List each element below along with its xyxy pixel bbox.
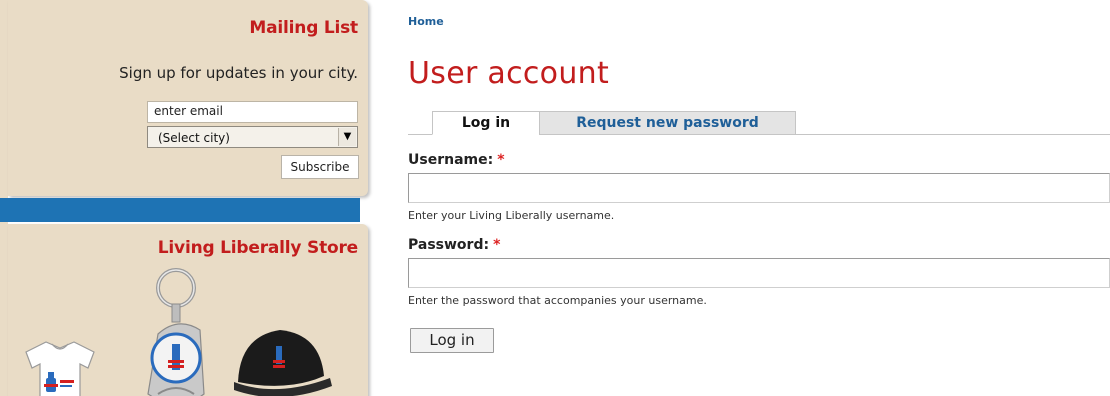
mailing-list-title: Mailing List — [249, 18, 358, 38]
baseball-cap-icon — [234, 330, 332, 396]
tab-request-new-password[interactable]: Request new password — [539, 111, 796, 135]
signup-text: Sign up for updates in your city. — [119, 64, 358, 82]
page-title: User account — [408, 56, 610, 91]
password-label-text: Password: — [408, 237, 490, 253]
bottle-opener-keychain-icon — [147, 268, 205, 396]
log-in-button[interactable]: Log in — [410, 328, 494, 353]
username-label-text: Username: — [408, 152, 494, 168]
store-panel[interactable]: Living Liberally Store — [8, 224, 368, 396]
city-select[interactable]: (Select city) ▼ — [147, 126, 358, 148]
store-merchandise-image[interactable] — [8, 264, 368, 396]
city-select-value: (Select city) — [158, 131, 230, 145]
required-marker: * — [497, 152, 505, 168]
subscribe-button[interactable]: Subscribe — [281, 155, 359, 179]
tshirt-icon — [25, 341, 95, 396]
username-description: Enter your Living Liberally username. — [408, 209, 615, 222]
username-field[interactable] — [408, 173, 1110, 203]
password-field[interactable] — [408, 258, 1110, 288]
username-label: Username: * — [408, 152, 505, 168]
breadcrumb-home-link[interactable]: Home — [408, 15, 444, 28]
account-tabs: Log in Request new password — [408, 111, 1110, 135]
main-content: Home User account Log in Request new pas… — [408, 0, 1110, 396]
sidebar: Mailing List Sign up for updates in your… — [0, 0, 373, 396]
password-label: Password: * — [408, 237, 500, 253]
password-description: Enter the password that accompanies your… — [408, 294, 707, 307]
sidebar-divider-band — [0, 198, 360, 222]
chevron-down-icon[interactable]: ▼ — [338, 128, 356, 146]
mailing-list-panel: Mailing List Sign up for updates in your… — [8, 0, 368, 196]
required-marker: * — [493, 237, 501, 253]
tab-log-in[interactable]: Log in — [432, 111, 540, 135]
store-title[interactable]: Living Liberally Store — [158, 238, 358, 258]
email-field[interactable]: enter email — [147, 101, 358, 123]
